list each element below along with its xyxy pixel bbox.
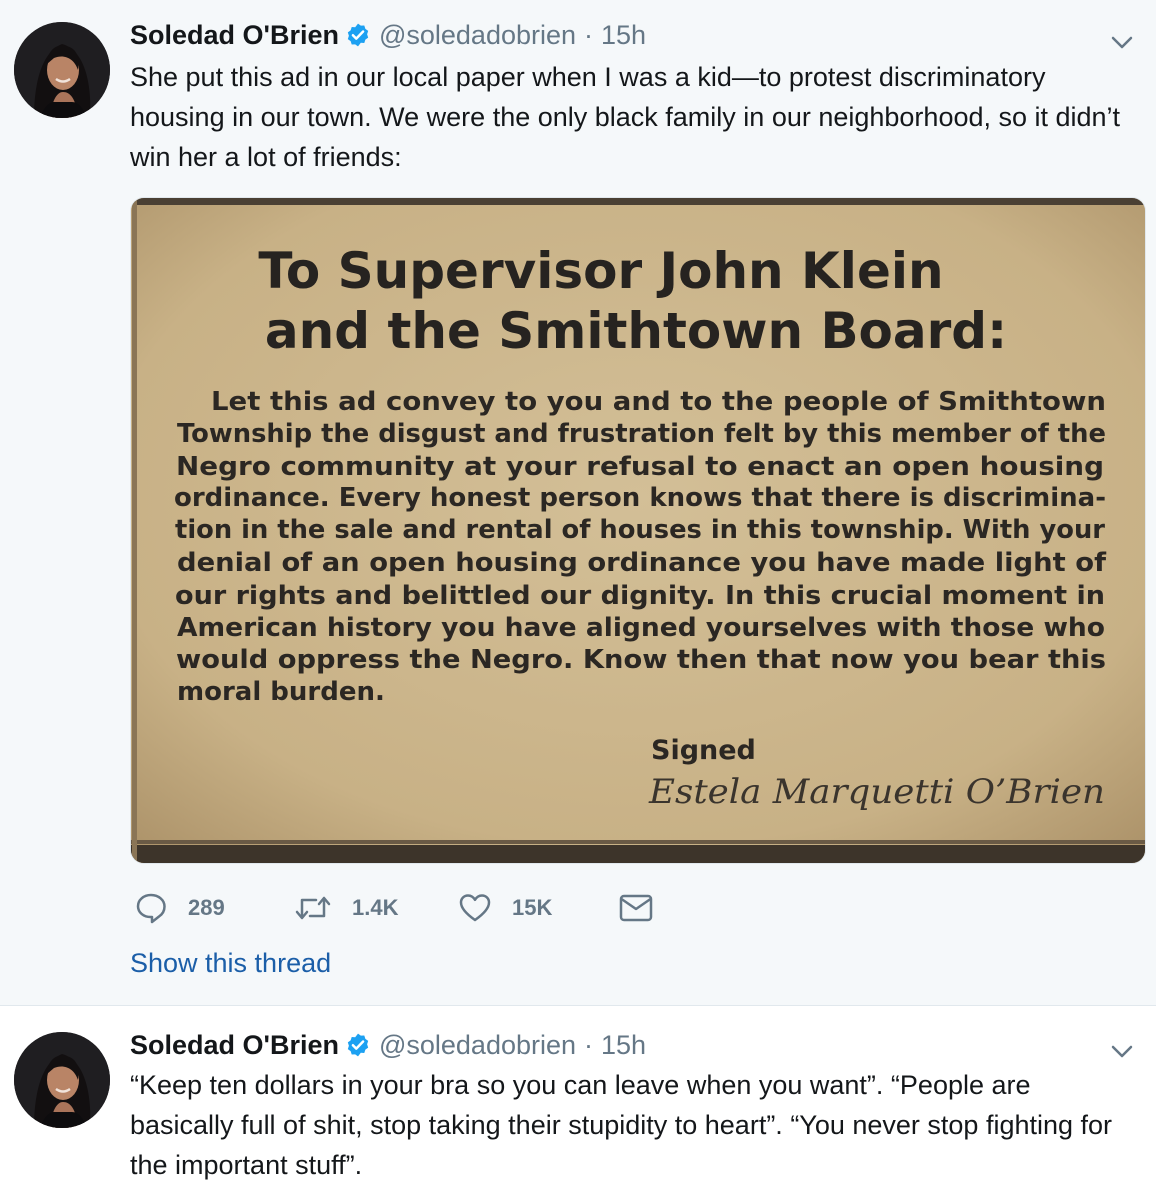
avatar[interactable] [14, 22, 110, 118]
author-handle[interactable]: @soledadobrien [379, 1030, 576, 1061]
tweet-header: Soledad O'Brien @soledadobrien · 15h [130, 1028, 646, 1062]
direct-message-icon [618, 893, 654, 923]
ad-body-line: our rights and belittled our dignity. In… [175, 581, 1105, 611]
timestamp[interactable]: 15h [601, 20, 646, 51]
separator: · [584, 19, 594, 50]
retweet-count: 1.4K [352, 895, 399, 920]
chevron-down-icon[interactable] [1108, 1037, 1136, 1065]
ad-body-line: Let this ad convey to you and to the peo… [211, 387, 1106, 417]
retweet-button[interactable]: 1.4K [294, 890, 458, 926]
ad-body-line: American history you have aligned yourse… [177, 613, 1105, 643]
reply-button[interactable]: 289 [134, 890, 294, 926]
reply-icon [134, 891, 168, 925]
verified-badge-icon [345, 1032, 371, 1058]
like-button[interactable]: 15K [458, 890, 618, 926]
tweet-2[interactable]: Soledad O'Brien @soledadobrien · 15h “Ke… [0, 1007, 1156, 1192]
tweet-text: “Keep ten dollars in your bra so you can… [130, 1070, 1113, 1180]
show-thread-link[interactable]: Show this thread [130, 948, 331, 979]
direct-message-button[interactable] [618, 890, 654, 926]
ad-signed-label: Signed [651, 735, 756, 766]
tweet-text: She put this ad in our local paper when … [130, 62, 1121, 172]
verified-badge-icon [345, 22, 371, 48]
ad-headline-line-2: and the Smithtown Board: [265, 302, 1007, 360]
ad-body-line: tion in the sale and rental of houses in… [175, 515, 1105, 545]
ad-signature: Estela Marquetti O’Brien [648, 772, 1105, 812]
author-name[interactable]: Soledad O'Brien [130, 20, 339, 51]
ad-body-line: denial of an open housing ordinance you … [177, 548, 1107, 578]
tweet-header: Soledad O'Brien @soledadobrien · 15h [130, 18, 646, 52]
like-heart-icon [458, 891, 492, 925]
separator: · [584, 1029, 594, 1060]
retweet-icon [294, 891, 332, 925]
avatar[interactable] [14, 1032, 110, 1128]
reply-count: 289 [188, 895, 225, 920]
tweet-actions: 289 1.4K 15K [134, 890, 654, 926]
ad-body-line: would oppress the Negro. Know then that … [176, 645, 1106, 675]
like-count: 15K [512, 895, 553, 920]
ad-body-line: Township the disgust and frustration fel… [177, 419, 1106, 449]
ad-body-line: ordinance. Every honest person knows tha… [174, 483, 1106, 513]
tweet-image[interactable]: To Supervisor John Klein and the Smithto… [130, 197, 1146, 864]
timestamp[interactable]: 15h [601, 1030, 646, 1061]
chevron-down-icon[interactable] [1108, 28, 1136, 56]
ad-headline-line-1: To Supervisor John Klein [258, 242, 943, 300]
author-name[interactable]: Soledad O'Brien [130, 1030, 339, 1061]
tweet-1[interactable]: Soledad O'Brien @soledadobrien · 15h She… [0, 0, 1156, 1006]
author-handle[interactable]: @soledadobrien [379, 20, 576, 51]
ad-body-line: Negro community at your refusal to enact… [176, 452, 1104, 482]
ad-body-line: moral burden. [177, 677, 385, 707]
